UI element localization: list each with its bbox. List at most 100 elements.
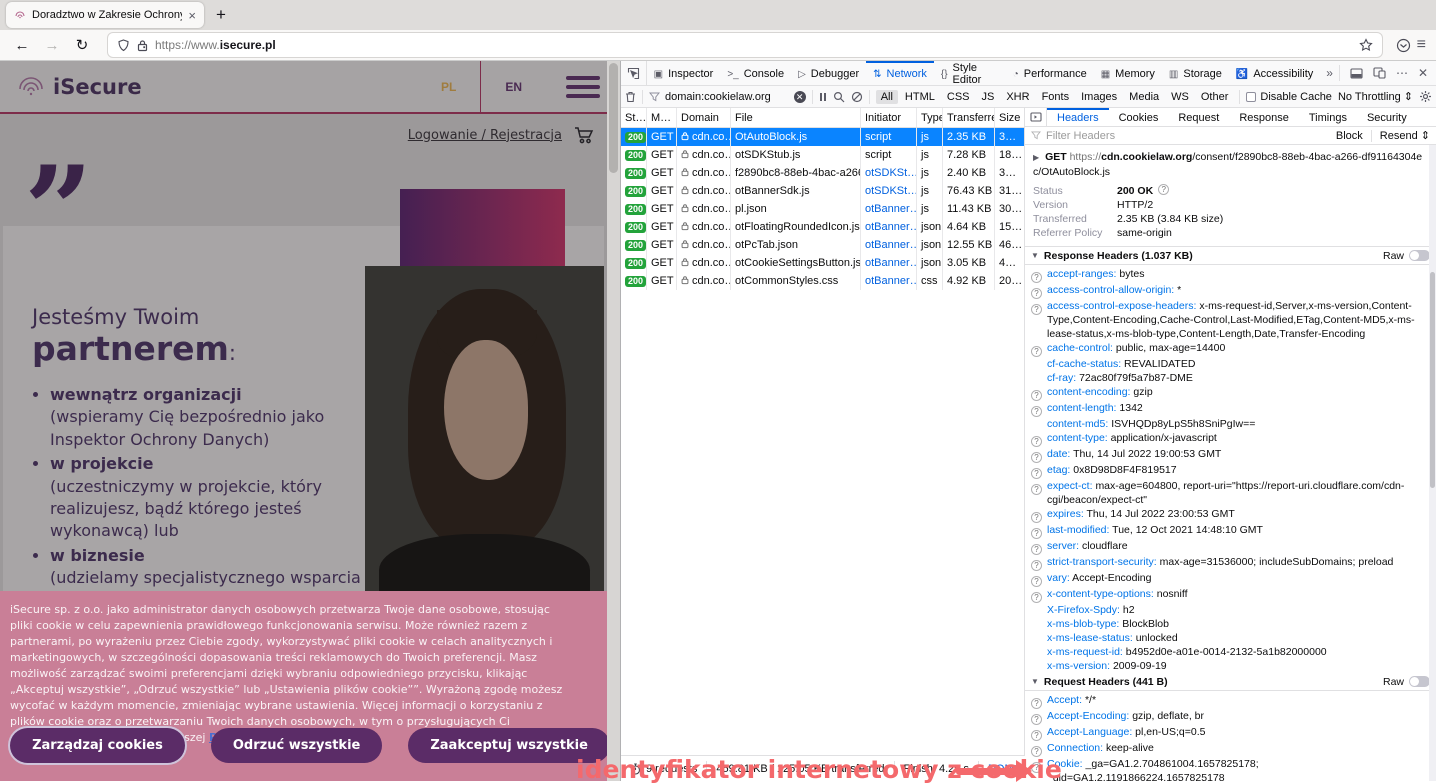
detail-tab-response[interactable]: Response	[1229, 108, 1299, 126]
detail-tab-security[interactable]: Security	[1357, 108, 1417, 126]
initiator-cell[interactable]: otBanner…	[861, 254, 917, 272]
split-console-icon[interactable]	[1350, 68, 1363, 79]
column-header-m-[interactable]: M…	[647, 108, 677, 127]
help-icon[interactable]: ?	[1031, 484, 1042, 495]
panel-toggle-icon[interactable]	[1025, 108, 1047, 126]
type-filter-all[interactable]: All	[876, 90, 898, 104]
devtools-tab-memory[interactable]: ▦Memory	[1094, 61, 1162, 85]
throttling-dropdown[interactable]: No Throttling ⇕	[1338, 90, 1413, 103]
response-headers-section-title[interactable]: ▼ Response Headers (1.037 KB) Raw	[1025, 247, 1436, 265]
response-header-row-strict-transport-security[interactable]: ?strict-transport-security: max-age=3153…	[1025, 555, 1436, 571]
response-header-row-content-type[interactable]: ?content-type: application/x-javascript	[1025, 431, 1436, 447]
devtools-tab-debugger[interactable]: ▷Debugger	[791, 61, 866, 85]
request-header-row-Connection[interactable]: ?Connection: keep-alive	[1025, 741, 1436, 757]
cookie-button-zarz-dzaj-cookies[interactable]: Zarządzaj cookies	[10, 728, 185, 763]
type-filter-media[interactable]: Media	[1124, 90, 1164, 104]
help-icon[interactable]: ?	[1031, 406, 1042, 417]
search-icon[interactable]	[833, 91, 845, 103]
column-header-type[interactable]: Type	[917, 108, 943, 127]
shield-icon[interactable]	[117, 39, 130, 52]
table-row[interactable]: 200GETcdn.co…otFloatingRoundedIcon.jsono…	[621, 218, 1024, 236]
response-header-row-expires[interactable]: ?expires: Thu, 14 Jul 2022 23:00:53 GMT	[1025, 507, 1436, 523]
request-table-header[interactable]: St…M…DomainFileInitiatorTypeTransferredS…	[621, 108, 1024, 128]
devtools-tab-inspector[interactable]: ▣Inspector	[647, 61, 721, 85]
help-icon[interactable]: ?	[1158, 184, 1169, 195]
response-header-row-content-encoding[interactable]: ?content-encoding: gzip	[1025, 385, 1436, 401]
response-header-row-content-md5[interactable]: content-md5: ISVHQDp8yLpS5h8SniPgIw==	[1025, 417, 1436, 431]
initiator-cell[interactable]: otSDKSt…	[861, 164, 917, 182]
response-header-row-last-modified[interactable]: ?last-modified: Tue, 12 Oct 2021 14:48:1…	[1025, 523, 1436, 539]
filter-headers-placeholder[interactable]: Filter Headers	[1046, 130, 1115, 142]
help-icon[interactable]: ?	[1031, 576, 1042, 587]
network-settings-gear-icon[interactable]	[1419, 90, 1432, 103]
response-header-row-vary[interactable]: ?vary: Accept-Encoding	[1025, 571, 1436, 587]
response-header-row-cf-ray[interactable]: cf-ray: 72ac80f79f5a7b87-DME	[1025, 371, 1436, 385]
help-icon[interactable]: ?	[1031, 714, 1042, 725]
response-header-row-date[interactable]: ?date: Thu, 14 Jul 2022 19:00:53 GMT	[1025, 447, 1436, 463]
help-icon[interactable]: ?	[1031, 346, 1042, 357]
detail-tab-headers[interactable]: Headers	[1047, 108, 1109, 126]
response-header-row-access-control-expose-headers[interactable]: ?access-control-expose-headers: x-ms-req…	[1025, 299, 1436, 341]
site-menu-icon[interactable]	[566, 76, 600, 98]
login-register-link[interactable]: Logowanie / Rejestracja	[408, 128, 562, 143]
type-filter-fonts[interactable]: Fonts	[1037, 90, 1075, 104]
browser-tab[interactable]: Doradztwo w Zakresie Ochrony Dany ×	[6, 2, 204, 28]
response-header-row-server[interactable]: ?server: cloudflare	[1025, 539, 1436, 555]
initiator-cell[interactable]: otBanner…	[861, 236, 917, 254]
table-row[interactable]: 200GETcdn.co…otPcTab.jsonotBanner…json12…	[621, 236, 1024, 254]
menu-hamburger-icon[interactable]: ≡	[1417, 36, 1426, 54]
devtools-tab-accessibility[interactable]: ♿Accessibility	[1229, 61, 1320, 85]
lang-pl-button[interactable]: PL	[417, 80, 480, 94]
detail-scrollbar[interactable]	[1429, 145, 1436, 781]
type-filter-other[interactable]: Other	[1196, 90, 1234, 104]
table-row[interactable]: 200GETcdn.co…otCookieSettingsButton.json…	[621, 254, 1024, 272]
tab-overflow-chevron[interactable]: »	[1320, 61, 1339, 85]
help-icon[interactable]: ?	[1031, 304, 1042, 315]
column-header-domain[interactable]: Domain	[677, 108, 731, 127]
table-row[interactable]: 200GETcdn.co…f2890bc8-88eb-4bac-a266-df9…	[621, 164, 1024, 182]
back-icon[interactable]: ←	[10, 37, 34, 54]
help-icon[interactable]: ?	[1031, 468, 1042, 479]
collapse-triangle-icon[interactable]: ▼	[1031, 675, 1039, 689]
cookie-button-odrzu-wszystkie[interactable]: Odrzuć wszystkie	[211, 728, 382, 763]
help-icon[interactable]: ?	[1031, 452, 1042, 463]
help-icon[interactable]: ?	[1031, 544, 1042, 555]
response-header-row-x-content-type-options[interactable]: ?x-content-type-options: nosniff	[1025, 587, 1436, 603]
help-icon[interactable]: ?	[1031, 436, 1042, 447]
response-header-row-access-control-allow-origin[interactable]: ?access-control-allow-origin: *	[1025, 283, 1436, 299]
clear-requests-icon[interactable]	[625, 91, 636, 103]
devtools-tab-storage[interactable]: ▥Storage	[1162, 61, 1229, 85]
type-filter-ws[interactable]: WS	[1166, 90, 1194, 104]
block-button[interactable]: Block	[1336, 130, 1363, 142]
request-header-row-Accept-Encoding[interactable]: ?Accept-Encoding: gzip, deflate, br	[1025, 709, 1436, 725]
new-tab-button[interactable]: +	[210, 5, 232, 25]
request-headers-section-title[interactable]: ▼ Request Headers (441 B) Raw	[1025, 673, 1436, 691]
column-header-transferred[interactable]: Transferred	[943, 108, 995, 127]
tab-close-icon[interactable]: ×	[188, 8, 196, 23]
lang-en-button[interactable]: EN	[481, 80, 546, 94]
bookmark-star-icon[interactable]	[1359, 38, 1373, 52]
type-filter-js[interactable]: JS	[977, 90, 1000, 104]
help-icon[interactable]: ?	[1031, 560, 1042, 571]
response-header-row-x-ms-blob-type[interactable]: x-ms-blob-type: BlockBlob	[1025, 617, 1436, 631]
initiator-cell[interactable]: otBanner…	[861, 272, 917, 290]
help-icon[interactable]: ?	[1031, 288, 1042, 299]
detail-tab-cookies[interactable]: Cookies	[1109, 108, 1169, 126]
forward-icon[interactable]: →	[40, 37, 64, 54]
raw-toggle[interactable]	[1409, 676, 1430, 687]
response-header-row-x-ms-version[interactable]: x-ms-version: 2009-09-19	[1025, 659, 1436, 673]
detail-tab-timings[interactable]: Timings	[1299, 108, 1357, 126]
type-filter-xhr[interactable]: XHR	[1001, 90, 1034, 104]
type-filter-images[interactable]: Images	[1076, 90, 1122, 104]
column-header-initiator[interactable]: Initiator	[861, 108, 917, 127]
response-header-row-etag[interactable]: ?etag: 0x8D98D8F4F819517	[1025, 463, 1436, 479]
devtools-tab-performance[interactable]: ◔Performance	[1006, 61, 1094, 85]
response-header-row-X-Firefox-Spdy[interactable]: X-Firefox-Spdy: h2	[1025, 603, 1436, 617]
request-header-row-Accept-Language[interactable]: ?Accept-Language: pl,en-US;q=0.5	[1025, 725, 1436, 741]
url-bar[interactable]: https://www.isecure.pl	[108, 33, 1382, 57]
response-header-row-accept-ranges[interactable]: ?accept-ranges: bytes	[1025, 267, 1436, 283]
response-header-row-cache-control[interactable]: ?cache-control: public, max-age=14400	[1025, 341, 1436, 357]
pause-recording-icon[interactable]	[819, 92, 827, 102]
site-logo[interactable]: iSecure	[16, 71, 142, 103]
page-scrollbar[interactable]	[607, 61, 620, 781]
